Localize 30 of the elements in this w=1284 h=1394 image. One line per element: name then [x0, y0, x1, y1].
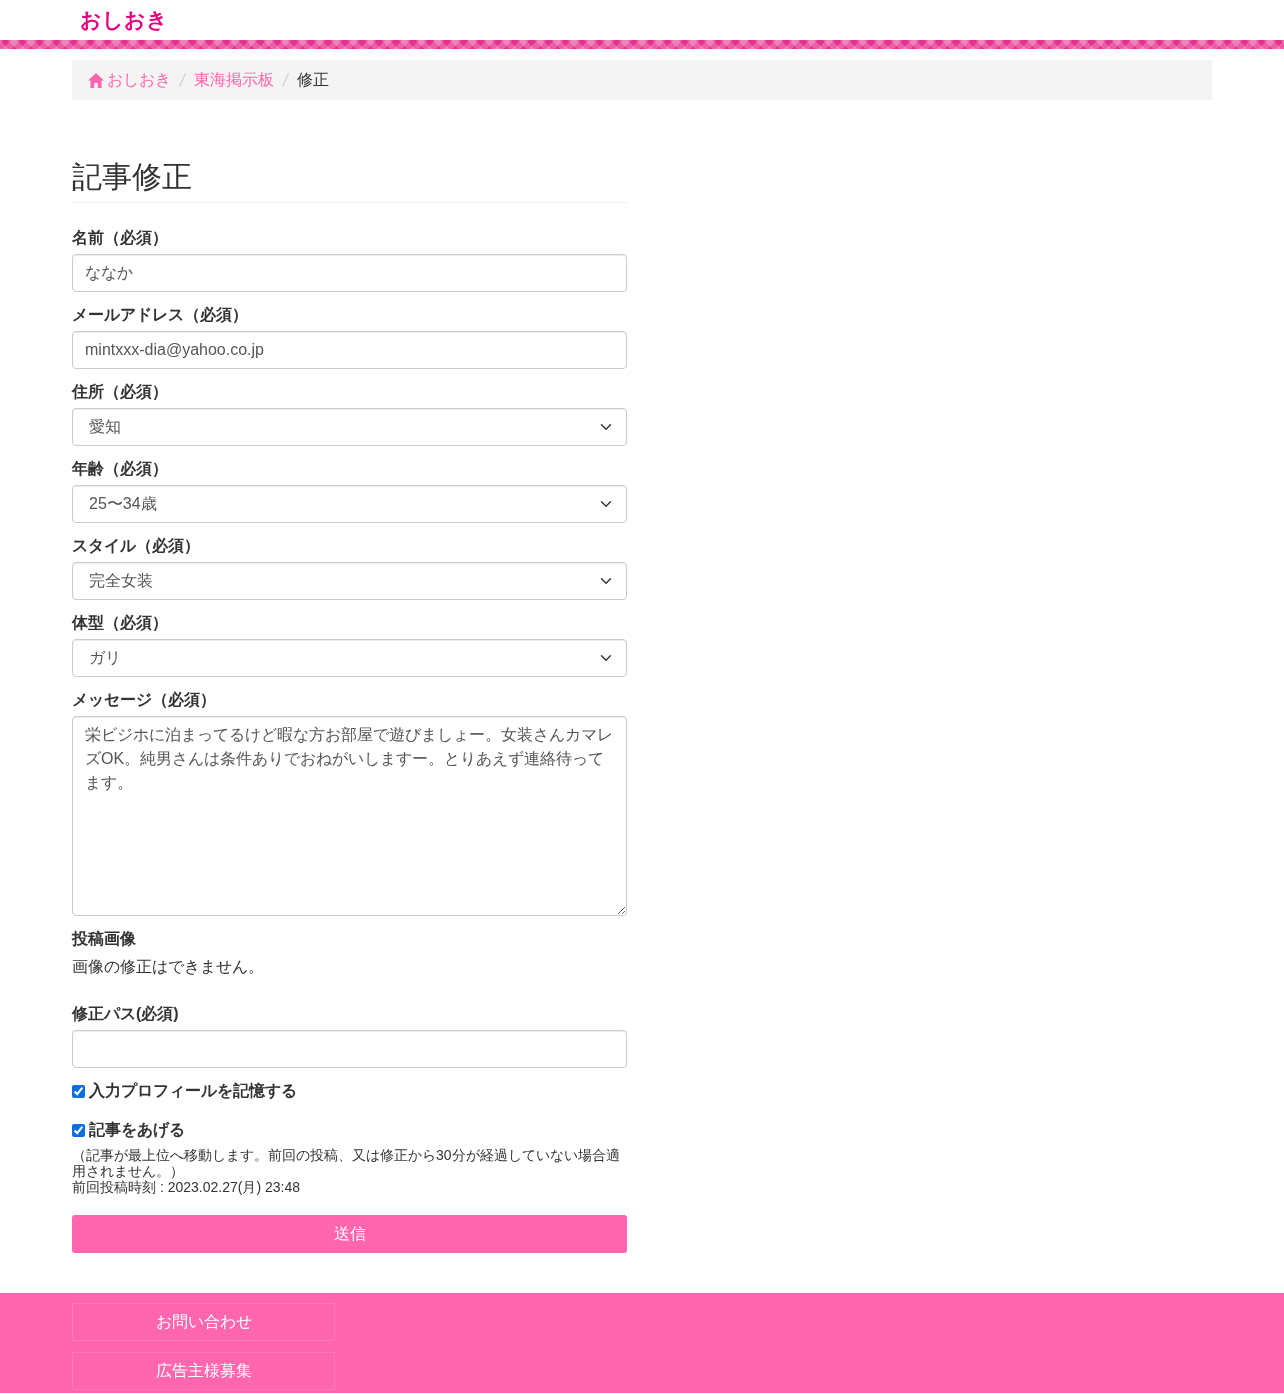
field-label: 修正パス(必須) [72, 1004, 179, 1024]
field-label: メールアドレス（必須） [72, 305, 248, 325]
breadcrumb-current: 修正 [297, 70, 329, 90]
help-text: （記事が最上位へ移動します。前回の投稿、又は修正から30分が経過していない場合適用されません。） [72, 1147, 621, 1179]
dropdown-select[interactable]: 完全女装 [72, 562, 627, 600]
slash-separator-icon [282, 73, 289, 87]
field-label: 年齢（必須） [72, 459, 168, 479]
dropdown-select[interactable]: ガリ [72, 639, 627, 677]
field-label: 名前（必須） [72, 228, 168, 248]
text-input[interactable]: ななか [72, 254, 627, 292]
message-textarea[interactable]: 栄ビジホに泊まってるけど暇な方お部屋で遊びましょー。女装さんカマレズOK。純男さんは条件ありでおねがいしますー。とりあえず連絡待ってます。 [72, 716, 627, 916]
last-post-time: 前回投稿時刻 : 2023.02.27(月) 23:48 [72, 1179, 301, 1195]
checkbox[interactable] [72, 1123, 85, 1137]
field-label: 体型（必須） [72, 613, 168, 633]
home-icon [88, 72, 104, 88]
dropdown-select[interactable]: 愛知 [72, 408, 627, 446]
page-title: 記事修正 [72, 160, 193, 193]
text-input[interactable]: mintxxx-dia@yahoo.co.jp [72, 331, 627, 369]
field-label: 住所（必須） [72, 382, 168, 402]
field-label: 投稿画像 [72, 929, 136, 949]
field-label: スタイル（必須） [72, 536, 200, 556]
checkbox-label: 入力プロフィールを記憶する [89, 1081, 297, 1101]
dropdown-select[interactable]: 25〜34歳 [72, 485, 627, 523]
slash-separator-icon [179, 73, 186, 87]
site-logo[interactable]: おしおき [72, 0, 168, 40]
checkbox-label: 記事をあげる [89, 1120, 185, 1140]
checkbox[interactable] [72, 1084, 85, 1098]
password-input[interactable] [72, 1030, 627, 1068]
info-text: 画像の修正はできません。 [72, 957, 265, 977]
field-label: メッセージ（必須） [72, 690, 216, 710]
